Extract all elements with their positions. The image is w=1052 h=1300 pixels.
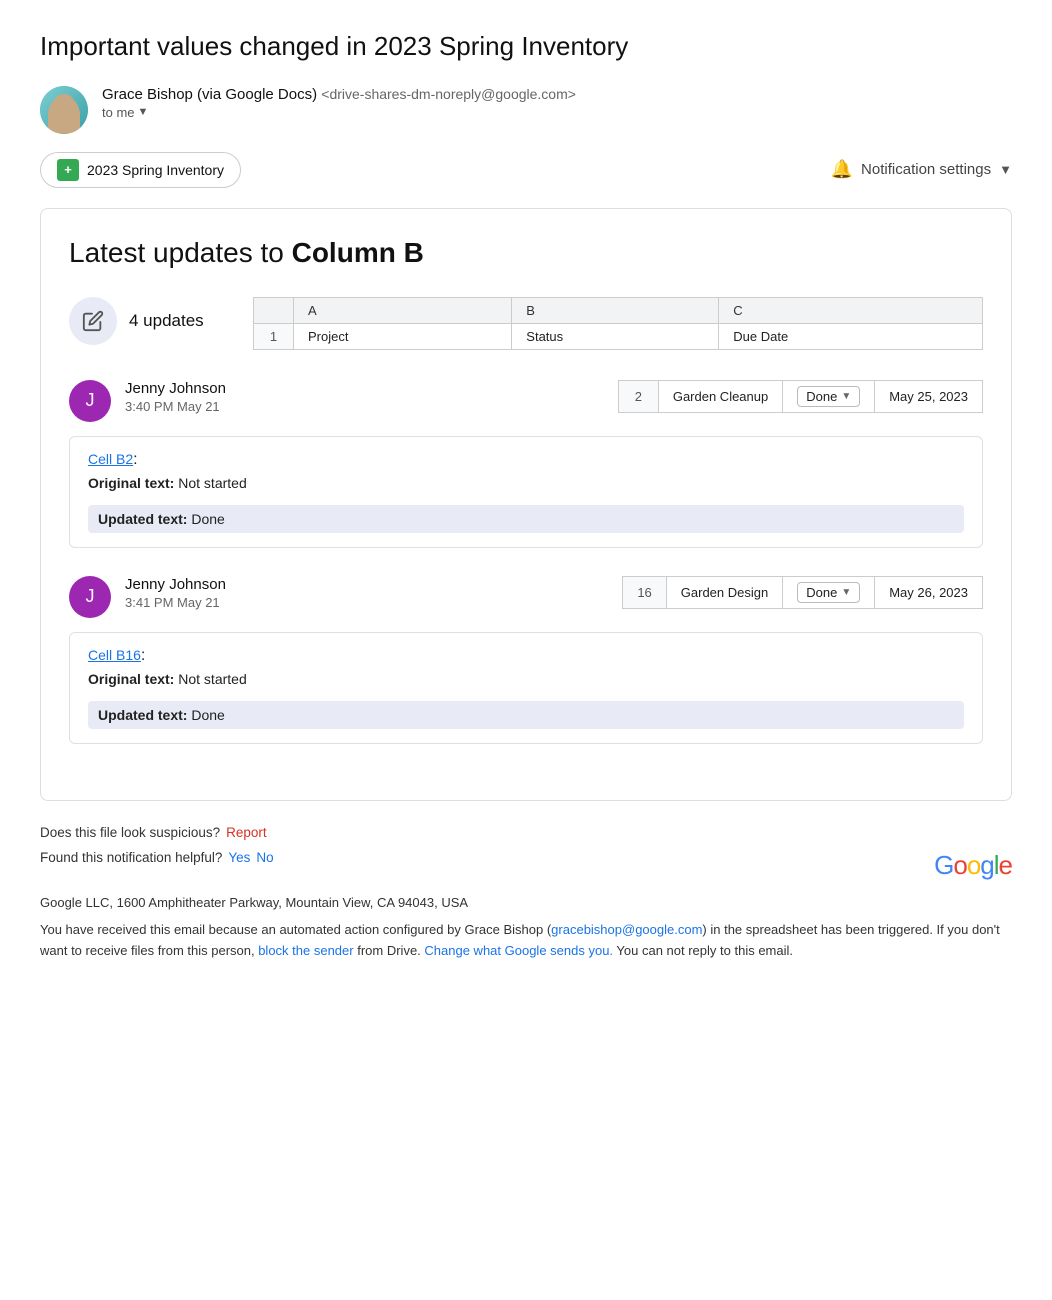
to-me-chevron-icon: ▼ [138, 106, 149, 118]
helpful-row: Found this notification helpful? Yes No [40, 850, 274, 865]
sender-avatar [40, 86, 88, 134]
notification-settings-button[interactable]: 🔔 Notification settings ▼ [831, 159, 1012, 180]
notification-chevron-icon: ▼ [999, 162, 1012, 177]
user-info-1: Jenny Johnson 3:40 PM May 21 [125, 380, 226, 414]
no-link[interactable]: No [256, 850, 273, 865]
suspicious-text: Does this file look suspicious? [40, 825, 220, 840]
sheets-icon: + [57, 159, 79, 181]
update-status-2: Done ▼ [783, 576, 875, 608]
footer-disclaimer: You have received this email because an … [40, 920, 1012, 962]
footer-address: Google LLC, 1600 Amphitheater Parkway, M… [40, 895, 1012, 910]
user-avatar-2: J [69, 576, 111, 618]
footer-section: Does this file look suspicious? Report F… [40, 825, 1012, 962]
original-text-2: Original text: Not started [88, 671, 964, 687]
col-label-project: Project [294, 323, 512, 349]
user-name-2: Jenny Johnson [125, 576, 226, 593]
original-text-1: Original text: Not started [88, 475, 964, 491]
sheet-link-label: 2023 Spring Inventory [87, 162, 224, 178]
main-card: Latest updates to Column B 4 updates A B… [40, 208, 1012, 801]
sender-row: Grace Bishop (via Google Docs) <drive-sh… [40, 86, 1012, 134]
update-row-num-1: 2 [618, 380, 658, 412]
update-row-num-2: 16 [623, 576, 666, 608]
updated-text-1: Updated text: Done [88, 505, 964, 533]
update-header-1: J Jenny Johnson 3:40 PM May 21 2 Garden … [69, 380, 983, 422]
to-me-toggle[interactable]: to me ▼ [102, 105, 576, 120]
update-project-1: Garden Cleanup [658, 380, 782, 412]
done-badge-2: Done ▼ [797, 582, 860, 603]
block-sender-link[interactable]: block the sender [258, 943, 353, 958]
update-time-2: 3:41 PM May 21 [125, 595, 226, 610]
top-bar: + 2023 Spring Inventory 🔔 Notification s… [40, 152, 1012, 188]
grace-email-link[interactable]: gracebishop@google.com [551, 922, 702, 937]
sender-info: Grace Bishop (via Google Docs) <drive-sh… [102, 86, 576, 120]
bell-icon: 🔔 [831, 159, 853, 180]
sender-email: <drive-shares-dm-noreply@google.com> [321, 86, 576, 102]
google-logo: Google [934, 850, 1012, 881]
sheet-link-button[interactable]: + 2023 Spring Inventory [40, 152, 241, 188]
email-title: Important values changed in 2023 Spring … [40, 30, 1012, 64]
suspicious-row: Does this file look suspicious? Report [40, 825, 1012, 840]
notification-settings-label: Notification settings [861, 161, 991, 178]
update-due-date-1: May 25, 2023 [875, 380, 983, 412]
pencil-icon [69, 297, 117, 345]
yes-link[interactable]: Yes [228, 850, 250, 865]
user-name-1: Jenny Johnson [125, 380, 226, 397]
col-header-a: A [294, 297, 512, 323]
update-time-1: 3:40 PM May 21 [125, 399, 226, 414]
card-title: Latest updates to Column B [69, 237, 983, 269]
done-badge-arrow-1: ▼ [841, 391, 851, 402]
col-header-c: C [719, 297, 983, 323]
col-row-1: 1 [254, 323, 294, 349]
update-entry-1: J Jenny Johnson 3:40 PM May 21 2 Garden … [69, 380, 983, 548]
change-box-1: Cell B2: Original text: Not started Upda… [69, 436, 983, 548]
col-label-status: Status [512, 323, 719, 349]
col-header-b: B [512, 297, 719, 323]
col-header-empty [254, 297, 294, 323]
update-status-1: Done ▼ [783, 380, 875, 412]
update-header-2: J Jenny Johnson 3:41 PM May 21 16 Garden… [69, 576, 983, 618]
update-row-table-1: 2 Garden Cleanup Done ▼ May 25, 2023 [618, 380, 983, 413]
done-badge-1: Done ▼ [797, 386, 860, 407]
done-badge-arrow-2: ▼ [841, 587, 851, 598]
updates-count-box: 4 updates [69, 297, 229, 345]
helpful-text: Found this notification helpful? [40, 850, 222, 865]
user-avatar-1: J [69, 380, 111, 422]
update-due-date-2: May 26, 2023 [875, 576, 983, 608]
updated-text-2: Updated text: Done [88, 701, 964, 729]
cell-link-b2[interactable]: Cell B2 [88, 451, 133, 467]
update-project-2: Garden Design [666, 576, 782, 608]
cell-link-b16[interactable]: Cell B16 [88, 647, 141, 663]
updates-count-label: 4 updates [129, 311, 204, 331]
change-settings-link[interactable]: Change what Google sends you. [424, 943, 613, 958]
user-info-2: Jenny Johnson 3:41 PM May 21 [125, 576, 226, 610]
sender-name: Grace Bishop (via Google Docs) <drive-sh… [102, 86, 576, 103]
updates-summary-section: 4 updates A B C 1 Project Status Due Dat… [69, 297, 983, 350]
update-row-table-2: 16 Garden Design Done ▼ May 26, 2023 [622, 576, 983, 609]
report-link[interactable]: Report [226, 825, 267, 840]
col-label-due-date: Due Date [719, 323, 983, 349]
update-entry-2: J Jenny Johnson 3:41 PM May 21 16 Garden… [69, 576, 983, 744]
spreadsheet-header-table: A B C 1 Project Status Due Date [253, 297, 983, 350]
change-box-2: Cell B16: Original text: Not started Upd… [69, 632, 983, 744]
